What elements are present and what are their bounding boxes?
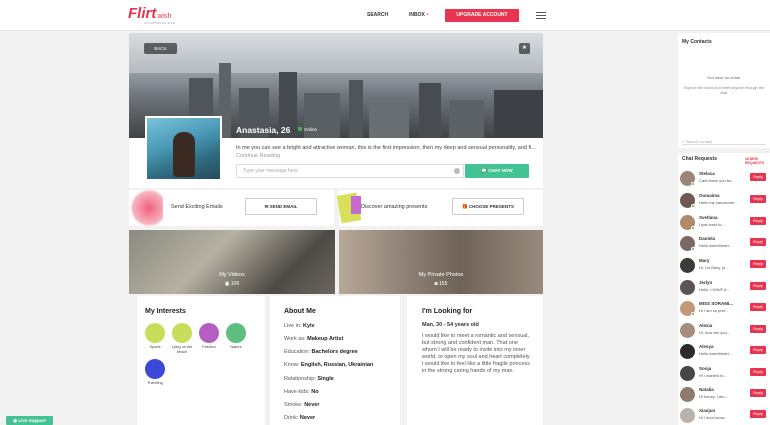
- avatar: [680, 366, 695, 381]
- nav-search-link[interactable]: SEARCH: [367, 12, 388, 18]
- chat-request-item[interactable]: Svetlana I just want to... Reply: [680, 215, 770, 236]
- no-chats-text: You have no chats.: [707, 75, 741, 80]
- contacts-title: My Contacts: [682, 39, 712, 45]
- chat-request-item[interactable]: Alesya Hello sweetheart... Reply: [680, 344, 770, 365]
- chat-request-item[interactable]: Daniela Hello sweetheart... Reply: [680, 236, 770, 257]
- promo-text: Send Exciting Emails: [171, 204, 223, 210]
- avatar: [680, 258, 695, 273]
- continue-reading-link[interactable]: Continue Reading: [236, 153, 280, 159]
- logo[interactable]: Flirtwish: [128, 5, 171, 22]
- chat-request-item[interactable]: Oumaima Hello my handsome... Reply: [680, 193, 770, 214]
- videos-tile[interactable]: My Videos ▣ 106: [129, 230, 335, 294]
- back-button[interactable]: BACK: [144, 43, 177, 54]
- chat-request-item[interactable]: Alexia Hi, how are you... Reply: [680, 323, 770, 344]
- chat-request-item[interactable]: Natalia Hi honey, I am... Reply: [680, 387, 770, 408]
- emoji-icon[interactable]: [454, 168, 460, 174]
- reply-button[interactable]: Reply: [750, 368, 766, 376]
- reply-button[interactable]: Reply: [750, 346, 766, 354]
- contacts-hint: Explore the world and meet anyone throug…: [684, 86, 764, 95]
- new-requests-badge: 16 NEW REQUESTS: [745, 157, 765, 165]
- bookmark-icon[interactable]: ★: [519, 43, 530, 54]
- reply-button[interactable]: Reply: [750, 195, 766, 203]
- avatar: [680, 280, 695, 295]
- menu-icon[interactable]: [536, 12, 546, 20]
- reply-button[interactable]: Reply: [750, 217, 766, 225]
- message-input[interactable]: Type your message here: [236, 164, 464, 178]
- avatar: [680, 408, 695, 423]
- profile-bio: In me you can see a bright and attractiv…: [236, 145, 536, 159]
- beach-icon: [172, 323, 192, 343]
- chat-request-item[interactable]: MISS SORAMI... Hi I am so pret... Reply: [680, 301, 770, 322]
- promo-text: Discover amazing presents: [361, 204, 428, 210]
- upgrade-account-button[interactable]: UPGRADE ACCOUNT: [445, 9, 519, 22]
- reply-button[interactable]: Reply: [750, 410, 766, 418]
- reply-button[interactable]: Reply: [750, 325, 766, 333]
- fashion-icon: [199, 323, 219, 343]
- reply-button[interactable]: Reply: [750, 303, 766, 311]
- looking-age: Man, 30 - 54 years old: [422, 322, 479, 328]
- presents-promo: Discover amazing presents 🎁 CHOOSE PRESE…: [336, 190, 543, 226]
- looking-for-title: I'm Looking for: [422, 308, 473, 315]
- inbox-indicator-icon: •: [426, 12, 429, 18]
- reply-button[interactable]: Reply: [750, 260, 766, 268]
- about-title: About Me: [284, 308, 316, 315]
- chat-request-item[interactable]: Jerlyn Hello, I HAVE A... Reply: [680, 280, 770, 301]
- profile-name: Anastasia, 26: [236, 125, 291, 135]
- nav-inbox-link[interactable]: INBOX •: [409, 12, 429, 18]
- avatar: [680, 344, 695, 359]
- nature-icon: [226, 323, 246, 343]
- chat-now-button[interactable]: 💬 CHAT NOW: [465, 164, 529, 178]
- gift-icon: 🎁: [462, 204, 469, 209]
- private-photos-tile[interactable]: My Private Photos ◙ 155: [339, 230, 543, 294]
- contact-search-input[interactable]: ⌕ Search contact: [682, 138, 766, 145]
- send-email-promo: Send Exciting Emails ✉ SEND EMAIL: [129, 190, 334, 226]
- chat-request-item[interactable]: Mary Hi, I'm Mary, pl... Reply: [680, 258, 770, 279]
- choose-presents-button[interactable]: 🎁 CHOOSE PRESENTS: [452, 198, 524, 215]
- profile-avatar[interactable]: [145, 116, 222, 181]
- chat-request-item[interactable]: Stelaca Cant leave you for... Reply: [680, 171, 770, 192]
- traveling-icon: [145, 359, 165, 379]
- sports-icon: [145, 323, 165, 343]
- reply-button[interactable]: Reply: [750, 173, 766, 181]
- avatar: [680, 387, 695, 402]
- chat-request-item[interactable]: Xiaojun Hi I dont know... Reply: [680, 408, 770, 425]
- avatar: [680, 323, 695, 338]
- online-status: Online: [298, 127, 317, 132]
- reply-button[interactable]: Reply: [750, 282, 766, 290]
- chat-requests-title: Chat Requests: [682, 156, 718, 162]
- interests-title: My Interests: [145, 308, 186, 315]
- chat-request-item[interactable]: Sonja Hi I wanted to... Reply: [680, 366, 770, 387]
- reply-button[interactable]: Reply: [750, 238, 766, 246]
- send-email-button[interactable]: ✉ SEND EMAIL: [245, 198, 317, 215]
- looking-text: I would like to meet a romantic and sens…: [422, 333, 531, 374]
- logo-tagline: A FLIRTWISH SITE: [144, 21, 176, 25]
- live-support-button[interactable]: ◉ Live Support: [6, 416, 53, 425]
- online-dot-icon: [298, 127, 302, 131]
- reply-button[interactable]: Reply: [750, 389, 766, 397]
